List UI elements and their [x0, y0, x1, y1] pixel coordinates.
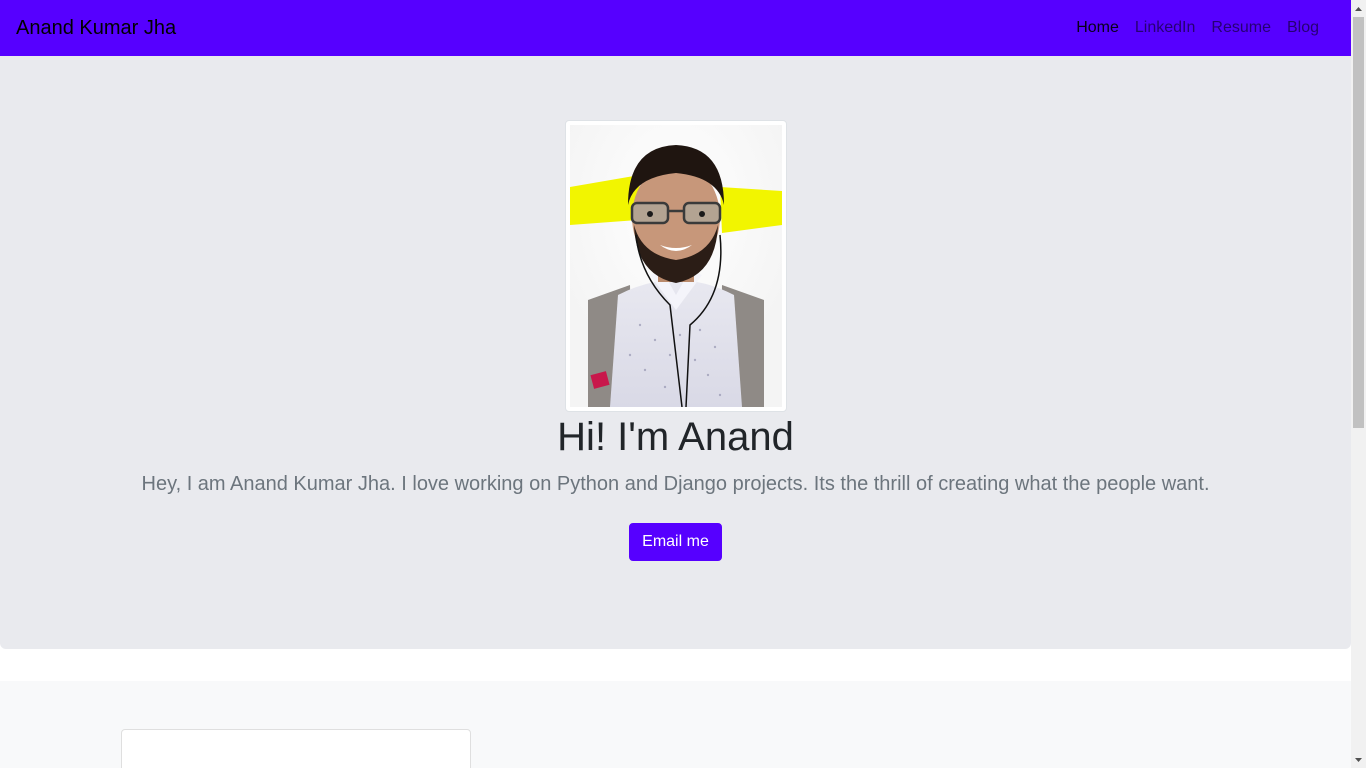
content-card — [121, 729, 471, 768]
email-me-button[interactable]: Email me — [629, 523, 722, 561]
profile-photo — [570, 125, 782, 407]
hero-title: Hi! I'm Anand — [557, 415, 794, 459]
nav-link-home[interactable]: Home — [1068, 16, 1127, 40]
scroll-down-arrow-icon[interactable] — [1351, 751, 1366, 768]
hero-lead-text: Hey, I am Anand Kumar Jha. I love workin… — [141, 473, 1210, 495]
vertical-scrollbar[interactable] — [1351, 0, 1366, 768]
profile-photo-frame — [565, 120, 787, 412]
navbar: Anand Kumar Jha Home LinkedIn Resume Blo… — [0, 0, 1351, 56]
navbar-brand[interactable]: Anand Kumar Jha — [16, 15, 176, 41]
content-section — [0, 681, 1351, 768]
nav-link-resume[interactable]: Resume — [1203, 16, 1279, 40]
scrollbar-thumb[interactable] — [1353, 17, 1364, 428]
nav-link-linkedin[interactable]: LinkedIn — [1127, 16, 1204, 40]
page-viewport: Anand Kumar Jha Home LinkedIn Resume Blo… — [0, 0, 1351, 768]
hero-section: Hi! I'm Anand Hey, I am Anand Kumar Jha.… — [0, 56, 1351, 649]
nav-link-blog[interactable]: Blog — [1279, 16, 1327, 40]
scroll-up-arrow-icon[interactable] — [1351, 0, 1366, 17]
nav-links: Home LinkedIn Resume Blog — [1068, 16, 1327, 40]
